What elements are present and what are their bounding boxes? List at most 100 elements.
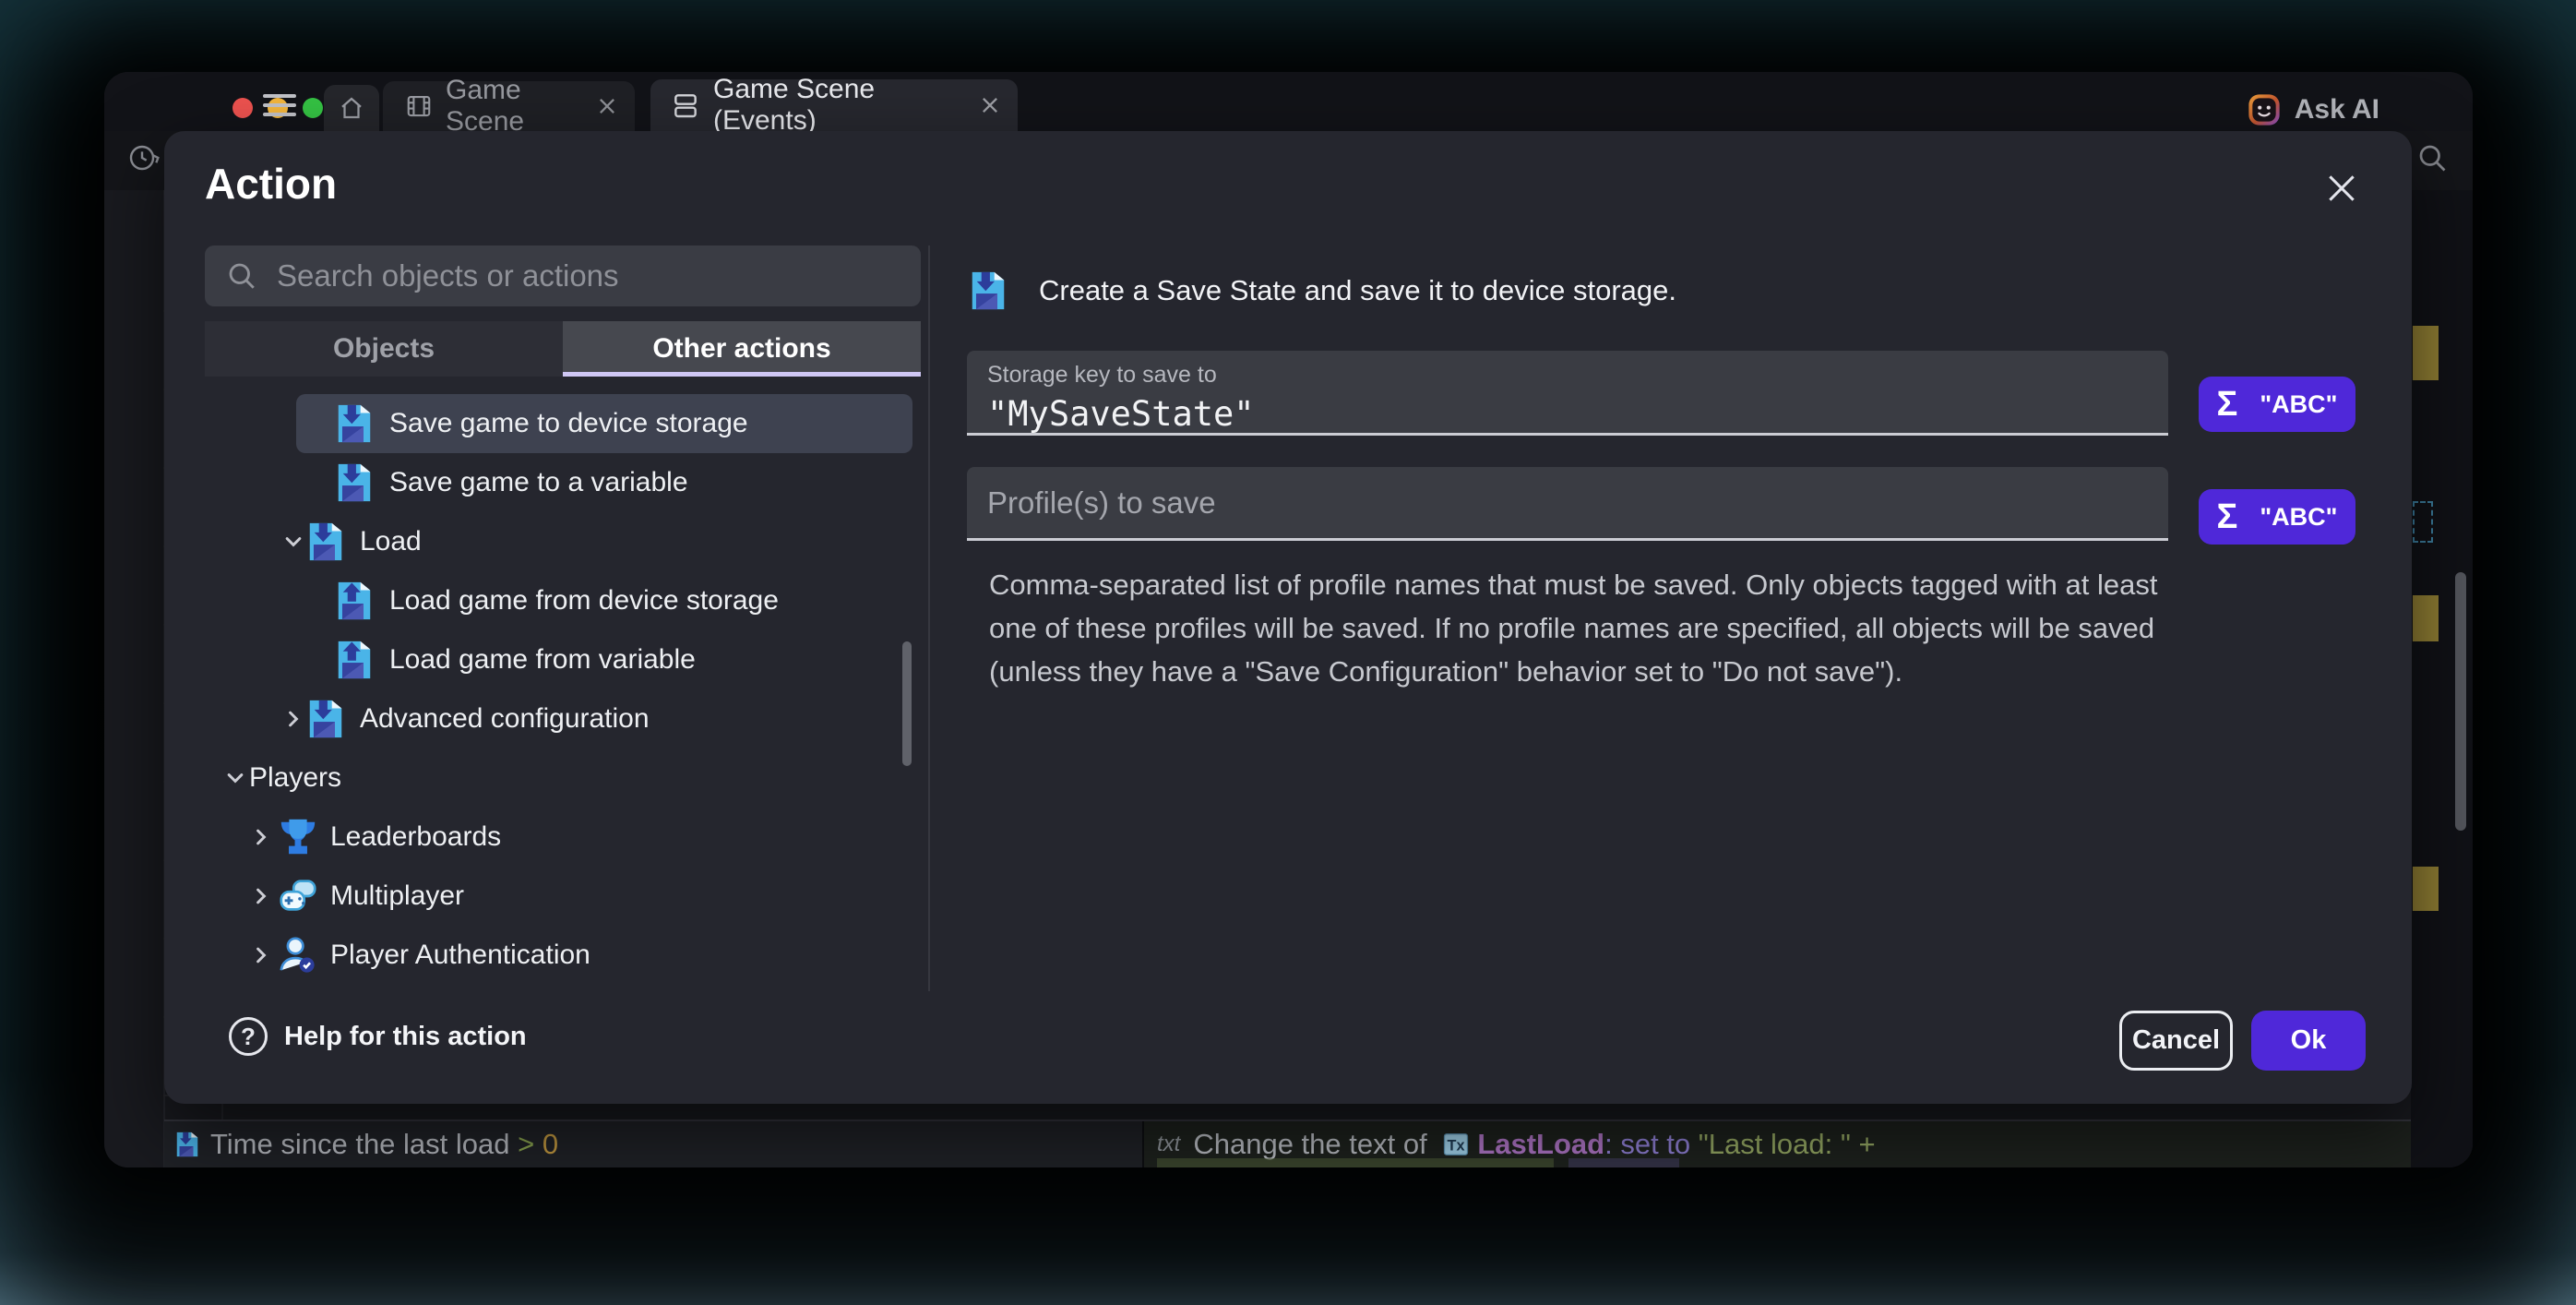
close-tab-icon[interactable] bbox=[981, 96, 999, 114]
list-item[interactable]: Players bbox=[205, 748, 921, 808]
person-icon bbox=[277, 934, 319, 976]
events-scrollbar-thumb[interactable] bbox=[2455, 572, 2466, 831]
list-item-label: Save game to a variable bbox=[389, 453, 688, 512]
home-icon bbox=[338, 94, 365, 122]
action-description-header: Create a Save State and save it to devic… bbox=[967, 269, 1676, 312]
list-item-label: Load game from device storage bbox=[389, 571, 779, 630]
tab-game-scene[interactable]: Game Scene bbox=[383, 81, 635, 131]
ai-smiley-icon bbox=[2247, 92, 2282, 127]
action-dialog: Action Objects Other actions Save game t… bbox=[164, 131, 2412, 1104]
list-item[interactable]: Load game from variable bbox=[205, 630, 921, 689]
dialog-title: Action bbox=[205, 159, 337, 209]
list-item[interactable]: Save game to device storage bbox=[205, 394, 921, 453]
sigma-icon: Σ bbox=[2217, 497, 2238, 537]
tab-other-actions[interactable]: Other actions bbox=[563, 321, 921, 377]
save-up-icon bbox=[333, 639, 376, 681]
condition-operator: > bbox=[510, 1128, 543, 1161]
event-action-cell[interactable]: txt Change the text of Tx LastLoad : set… bbox=[1144, 1121, 2411, 1167]
chevron-down-icon[interactable] bbox=[282, 531, 304, 553]
clipped-expression-fragment bbox=[1568, 1158, 1679, 1167]
main-menu-icon[interactable] bbox=[263, 94, 296, 122]
list-item[interactable]: Player Authentication bbox=[205, 926, 921, 985]
list-item[interactable]: Leaderboards bbox=[205, 808, 921, 867]
search-toolbar-icon[interactable] bbox=[2415, 141, 2449, 174]
window-titlebar: Game Scene Game Scene (Events) bbox=[104, 72, 2473, 131]
event-selection-outline bbox=[2413, 501, 2433, 543]
list-item[interactable]: Advanced configuration bbox=[205, 689, 921, 748]
list-item-label: Load game from variable bbox=[389, 630, 696, 689]
field-label: Storage key to save to bbox=[987, 362, 2168, 389]
save-up-icon bbox=[333, 580, 376, 622]
list-item-label: Player Authentication bbox=[330, 926, 590, 985]
action-object-name: LastLoad bbox=[1477, 1128, 1604, 1161]
pane-divider bbox=[928, 245, 930, 991]
action-string-value: "Last load: " + bbox=[1699, 1128, 1876, 1161]
chevron-right-icon[interactable] bbox=[250, 826, 272, 848]
chevron-right-icon[interactable] bbox=[250, 944, 272, 966]
chevron-right-icon[interactable] bbox=[282, 708, 304, 730]
save-icon bbox=[173, 1131, 201, 1158]
ask-ai-button[interactable]: Ask AI bbox=[2247, 92, 2379, 127]
tab-label: Game Scene bbox=[446, 75, 598, 138]
save-down-icon bbox=[304, 521, 347, 563]
event-highlight-block bbox=[2413, 326, 2439, 380]
action-search-box[interactable] bbox=[205, 245, 921, 306]
list-item-label: Leaderboards bbox=[330, 808, 501, 867]
dialog-tabs: Objects Other actions bbox=[205, 321, 921, 377]
field-help-text: Comma-separated list of profile names th… bbox=[989, 563, 2159, 693]
tab-game-scene-events[interactable]: Game Scene (Events) bbox=[650, 79, 1018, 131]
abc-label: "ABC" bbox=[2260, 503, 2337, 532]
traffic-light-close-button[interactable] bbox=[233, 98, 253, 118]
expression-editor-button[interactable]: Σ "ABC" bbox=[2199, 489, 2355, 545]
list-item[interactable]: Load game from device storage bbox=[205, 571, 921, 630]
action-description: Create a Save State and save it to devic… bbox=[1039, 274, 1676, 307]
action-prefix: Change the text of bbox=[1193, 1128, 1435, 1161]
list-item-label: Multiplayer bbox=[330, 867, 464, 926]
save-down-icon bbox=[333, 461, 376, 504]
list-item-label: Players bbox=[249, 748, 341, 808]
actions-tree-list: Save game to device storageSave game to … bbox=[205, 382, 921, 991]
chevron-down-icon[interactable] bbox=[224, 767, 246, 789]
field-value: "MySaveState" bbox=[987, 394, 2168, 434]
text-action-icon: txt bbox=[1157, 1131, 1180, 1157]
tab-objects[interactable]: Objects bbox=[205, 321, 563, 377]
condition-text: Time since the last load bbox=[210, 1128, 510, 1161]
sigma-icon: Σ bbox=[2217, 385, 2238, 425]
trophy-icon bbox=[277, 816, 319, 858]
search-input[interactable] bbox=[277, 258, 867, 293]
list-item[interactable]: Multiplayer bbox=[205, 867, 921, 926]
save-down-icon bbox=[333, 402, 376, 445]
profiles-field[interactable]: Profile(s) to save bbox=[967, 467, 2168, 541]
traffic-light-zoom-button[interactable] bbox=[303, 98, 323, 118]
search-icon bbox=[225, 259, 258, 293]
help-for-action-link[interactable]: ? Help for this action bbox=[229, 1017, 527, 1056]
event-condition-cell[interactable]: Time since the last load > 0 bbox=[164, 1121, 1144, 1167]
list-item[interactable]: Load bbox=[205, 512, 921, 571]
expression-editor-button[interactable]: Σ "ABC" bbox=[2199, 377, 2355, 432]
field-placeholder: Profile(s) to save bbox=[987, 485, 1216, 521]
list-item[interactable]: Save game to a variable bbox=[205, 453, 921, 512]
help-link-label: Help for this action bbox=[284, 1022, 527, 1052]
list-item-label: Save game to device storage bbox=[389, 394, 748, 453]
list-item-label: Advanced configuration bbox=[360, 689, 650, 748]
cancel-button[interactable]: Cancel bbox=[2119, 1011, 2233, 1071]
chevron-right-icon[interactable] bbox=[250, 885, 272, 907]
tab-label: Game Scene (Events) bbox=[713, 74, 981, 137]
event-highlight-block bbox=[2413, 867, 2439, 911]
tab-home[interactable] bbox=[324, 85, 379, 131]
text-object-icon: Tx bbox=[1442, 1131, 1470, 1158]
gamepad-icon bbox=[277, 875, 319, 917]
close-tab-icon[interactable] bbox=[598, 97, 616, 115]
action-set-to: : set to bbox=[1604, 1128, 1699, 1161]
clipped-expression-fragment bbox=[1157, 1158, 1554, 1167]
events-sheet-icon bbox=[671, 90, 700, 120]
history-clock-icon[interactable] bbox=[127, 143, 164, 173]
storage-key-field[interactable]: Storage key to save to "MySaveState" bbox=[967, 351, 2168, 436]
list-item-label: Load bbox=[360, 512, 422, 571]
event-highlight-block bbox=[2413, 595, 2439, 641]
dialog-close-icon[interactable] bbox=[2321, 168, 2362, 209]
list-scrollbar-thumb[interactable] bbox=[902, 641, 912, 766]
app-window: Game Scene Game Scene (Events) bbox=[104, 72, 2473, 1167]
ok-button[interactable]: Ok bbox=[2251, 1011, 2366, 1071]
events-right-margin bbox=[2411, 190, 2473, 1167]
